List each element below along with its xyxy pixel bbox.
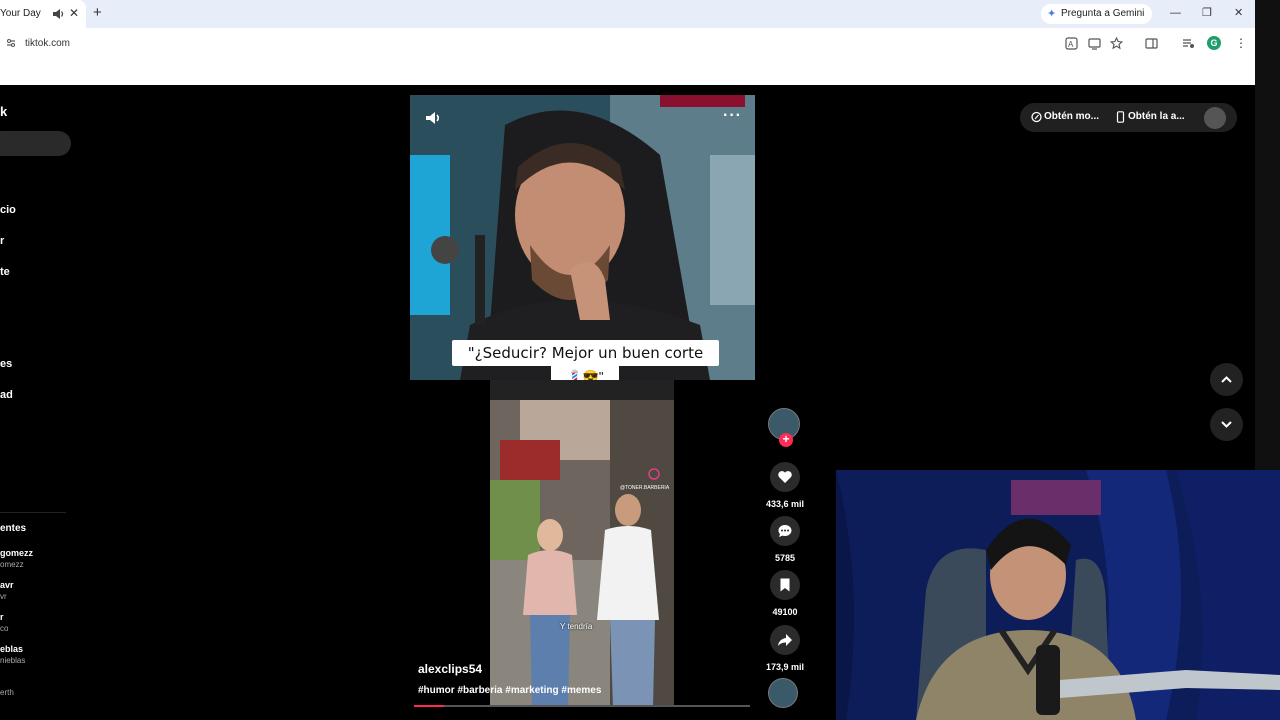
- profile-avatar[interactable]: G: [1207, 36, 1221, 50]
- comment-icon: [778, 525, 792, 537]
- video-author[interactable]: alexclips54: [418, 662, 482, 676]
- nav-item-following[interactable]: te: [0, 266, 10, 278]
- video-frame-streamer: [410, 95, 755, 380]
- window-edge: [1255, 0, 1280, 470]
- media-controls-icon[interactable]: [1182, 37, 1195, 50]
- side-panel-icon[interactable]: [1145, 37, 1158, 50]
- cast-icon[interactable]: [1088, 37, 1101, 50]
- next-video-button[interactable]: [1210, 408, 1243, 441]
- like-count: 433,6 mil: [765, 499, 805, 509]
- account-handle: vr: [0, 592, 7, 601]
- user-avatar[interactable]: [1204, 107, 1226, 129]
- menu-kebab-icon[interactable]: ⋮: [1235, 36, 1247, 50]
- gemini-label: Pregunta a Gemini: [1061, 8, 1145, 19]
- gemini-icon: ✦: [1047, 8, 1057, 20]
- video-frame-street: [490, 380, 674, 707]
- account-handle: co: [0, 624, 9, 633]
- nav-item-messages[interactable]: es: [0, 358, 12, 370]
- restore-icon[interactable]: ❐: [1202, 6, 1212, 20]
- nav-item-activity[interactable]: ad: [0, 389, 13, 401]
- share-icon: [778, 634, 792, 646]
- account-handle: erth: [0, 688, 14, 697]
- account-name[interactable]: gomezz: [0, 548, 33, 558]
- nav-divider: [0, 512, 66, 513]
- video-player[interactable]: ··· "¿Seducir? Mejor un buen corte 💈😎" @…: [410, 95, 755, 707]
- plus-icon[interactable]: +: [93, 5, 102, 21]
- comment-button[interactable]: [770, 516, 800, 546]
- tiktok-logo[interactable]: k: [0, 104, 7, 119]
- account-name[interactable]: eblas: [0, 644, 23, 654]
- account-name[interactable]: avr: [0, 580, 14, 590]
- coin-icon: [1031, 111, 1042, 123]
- chevron-down-icon: [1221, 421, 1232, 428]
- gemini-button[interactable]: ✦ Pregunta a Gemini: [1041, 4, 1153, 24]
- video-progress-fill: [414, 705, 445, 707]
- video-progress-bar[interactable]: [414, 705, 750, 707]
- video-hashtags[interactable]: #humor #barberia #marketing #memes: [418, 685, 601, 696]
- toolbar-spacer: [0, 59, 1255, 85]
- share-button[interactable]: [770, 625, 800, 655]
- more-options-icon[interactable]: ···: [723, 108, 742, 124]
- site-settings-icon[interactable]: [6, 38, 16, 48]
- webcam-overlay: [836, 470, 1280, 720]
- get-app-button[interactable]: Obtén la a...: [1128, 111, 1185, 122]
- close-window-icon[interactable]: ✕: [1234, 6, 1243, 20]
- share-count: 173,9 mil: [765, 662, 805, 672]
- comment-count: 5785: [774, 553, 796, 563]
- nav-item-home[interactable]: cio: [0, 204, 16, 216]
- save-button[interactable]: [770, 570, 800, 600]
- url-text[interactable]: tiktok.com: [25, 38, 70, 49]
- get-coins-button[interactable]: Obtén mo...: [1044, 111, 1099, 122]
- speaker-icon[interactable]: [52, 7, 64, 21]
- phone-icon: [1116, 111, 1125, 123]
- search-input[interactable]: [0, 131, 71, 156]
- svg-text:A: A: [1068, 40, 1074, 49]
- save-count: 49100: [772, 607, 798, 617]
- previous-video-button[interactable]: [1210, 363, 1243, 396]
- following-accounts-title: entes: [0, 523, 27, 534]
- minimize-icon[interactable]: —: [1170, 6, 1181, 20]
- watermark-handle: @TONER.BARBERIA: [620, 485, 670, 491]
- video-subtitle: Y tendría: [560, 622, 593, 631]
- close-tab-icon[interactable]: ✕: [69, 6, 79, 20]
- tab-title: Your Day: [0, 8, 41, 19]
- video-caption: "¿Seducir? Mejor un buen corte: [452, 340, 719, 366]
- account-name[interactable]: r: [0, 612, 4, 622]
- browser-tab[interactable]: Your Day ✕: [0, 0, 86, 28]
- like-button[interactable]: [770, 462, 800, 492]
- speaker-icon[interactable]: [424, 109, 442, 127]
- heart-icon: [778, 471, 792, 483]
- address-bar: tiktok.com A G ⋮: [0, 28, 1255, 59]
- sound-disc[interactable]: [768, 678, 798, 708]
- chevron-up-icon: [1221, 376, 1232, 383]
- follow-plus-icon[interactable]: +: [779, 433, 793, 447]
- bookmark-icon: [780, 578, 790, 592]
- star-icon[interactable]: [1110, 37, 1123, 50]
- account-handle: omezz: [0, 560, 24, 569]
- translate-icon[interactable]: A: [1065, 37, 1078, 50]
- nav-item-explore[interactable]: r: [0, 235, 4, 247]
- account-handle: nieblas: [0, 656, 26, 665]
- tab-strip: Your Day ✕ + ✦ Pregunta a Gemini — ❐ ✕: [0, 0, 1255, 28]
